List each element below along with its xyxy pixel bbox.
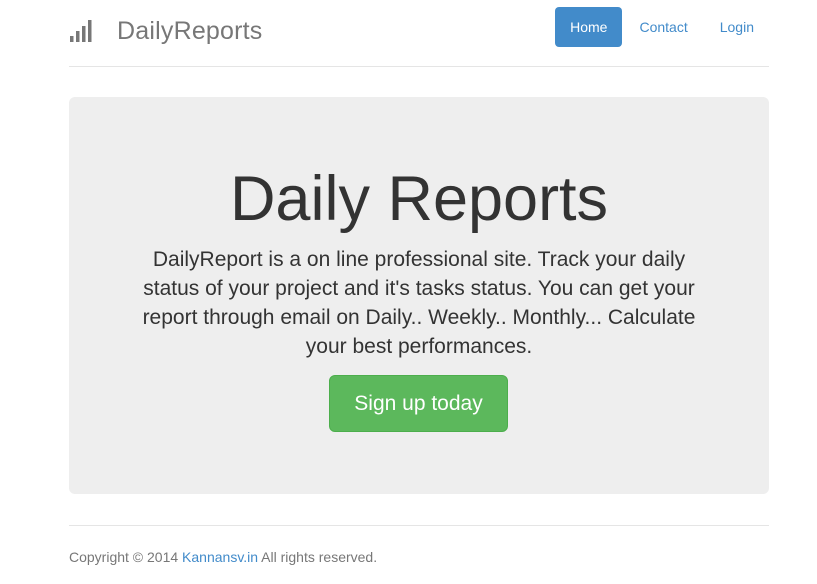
footer: Copyright © 2014 Kannansv.in All rights … [69,525,769,567]
header: DailyReports Home Contact Login [69,0,769,67]
signal-bars-icon [70,20,92,42]
nav-contact[interactable]: Contact [624,7,702,47]
copyright-text: Copyright © 2014 Kannansv.in All rights … [69,526,769,567]
copyright-prefix: Copyright © 2014 [69,549,183,565]
page-container: DailyReports Home Contact Login Daily Re… [69,0,769,565]
copyright-suffix: All rights reserved. [258,549,378,565]
nav-home[interactable]: Home [555,7,623,47]
hero-title: Daily Reports [229,164,609,234]
signup-button[interactable]: Sign up today [329,375,508,432]
nav-login[interactable]: Login [705,7,769,47]
footer-link[interactable]: Kannansv.in [182,549,258,565]
main-nav: Home Contact Login [553,7,769,47]
brand[interactable]: DailyReports [69,14,263,48]
hero-jumbotron: Daily Reports DailyReport is a on line p… [69,97,769,494]
hero-lead: DailyReport is a on line professional si… [142,248,696,358]
brand-name: DailyReports [117,17,263,45]
